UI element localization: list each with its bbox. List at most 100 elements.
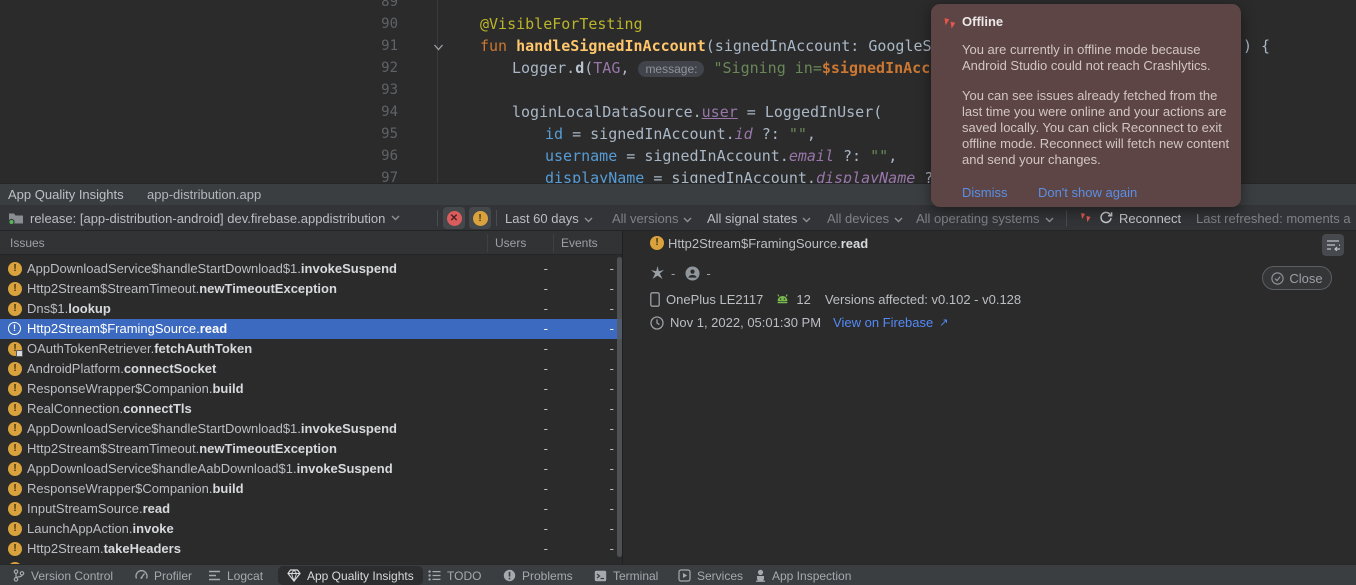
warning-icon: !: [8, 542, 22, 556]
filter-dropdown-all-devices[interactable]: All devices: [827, 205, 903, 231]
line-number: 89: [340, 0, 398, 13]
issue-row[interactable]: !LaunchAppAction.invoke--: [0, 519, 623, 539]
issue-events-count: -: [574, 421, 614, 436]
reconnect-label: Reconnect: [1119, 211, 1181, 226]
statusbar-item-label: Terminal: [613, 569, 658, 583]
fatal-filter-toggle[interactable]: ✕: [443, 207, 465, 229]
statusbar-logcat-icon: [208, 570, 221, 581]
dismiss-link[interactable]: Dismiss: [962, 185, 1008, 200]
issue-row[interactable]: !Http2Stream$StreamTimeout.newTimeoutExc…: [0, 279, 623, 299]
dont-show-again-link[interactable]: Don't show again: [1038, 185, 1137, 200]
code-token-plain: Logger.: [512, 59, 575, 77]
code-token-annotation: @VisibleForTesting: [480, 15, 643, 33]
code-token-string: "": [789, 125, 807, 143]
statusbar-item-terminal[interactable]: Terminal: [585, 566, 667, 585]
issue-detail-title: Http2Stream$FramingSource.read: [668, 236, 868, 251]
issue-row[interactable]: !Dns$1.lookup--: [0, 299, 623, 319]
statusbar-gem-icon: [287, 569, 301, 582]
code-fold-icon[interactable]: [433, 35, 444, 57]
issue-events-count: -: [574, 401, 614, 416]
soft-wrap-toggle-button[interactable]: [1322, 234, 1344, 256]
filter-dropdown-all-versions[interactable]: All versions: [612, 205, 692, 231]
issue-users-count: -: [508, 461, 548, 476]
issue-users-count: -: [508, 441, 548, 456]
issue-row[interactable]: !OAuthTokenRetriever.fetchAuthToken--: [0, 339, 623, 359]
issue-users-count: -: [508, 501, 548, 516]
release-selector[interactable]: release: [app-distribution-android] dev.…: [8, 205, 400, 231]
issue-users-count: -: [508, 541, 548, 556]
warning-icon: !: [8, 382, 22, 396]
issue-events-count: -: [574, 501, 614, 516]
crashlytics-icon: [1078, 211, 1093, 226]
statusbar-item-services[interactable]: Services: [669, 566, 752, 585]
warning-icon: !: [8, 442, 22, 456]
tool-window-bar: Version Control Profiler Logcat App Quality…: [0, 564, 1356, 585]
tool-window-title: App Quality Insights: [8, 187, 124, 202]
filter-label: All signal states: [707, 211, 797, 226]
issues-scrollbar[interactable]: [617, 257, 622, 557]
statusbar-item-app-inspection[interactable]: App Inspection: [746, 566, 860, 585]
device-info-row: OnePlus LE2117 12 Versions affected: v0.…: [650, 292, 1021, 307]
statusbar-item-todo[interactable]: TODO: [419, 566, 490, 585]
statusbar-item-app-quality-insights[interactable]: App Quality Insights: [278, 566, 423, 585]
nonfatal-filter-toggle[interactable]: !: [469, 207, 491, 229]
statusbar-item-version-control[interactable]: Version Control: [4, 566, 122, 585]
issue-users-count: -: [508, 281, 548, 296]
issue-row[interactable]: !ResponseWrapper$Companion.build--: [0, 479, 623, 499]
issue-users-count: -: [508, 341, 548, 356]
filter-dropdown-all-signal-states[interactable]: All signal states: [707, 205, 811, 231]
reconnect-button[interactable]: Reconnect: [1078, 205, 1181, 231]
code-text: @VisibleForTesting: [480, 13, 643, 35]
code-token-prop: TAG: [593, 59, 620, 77]
filter-dropdown-last-60-days[interactable]: Last 60 days: [505, 205, 593, 231]
filter-dropdown-all-operating-systems[interactable]: All operating systems: [916, 205, 1054, 231]
issue-events-count: -: [574, 261, 614, 276]
statusbar-item-label: Profiler: [154, 569, 192, 583]
issue-events-count: -: [574, 381, 614, 396]
tab-app-distribution[interactable]: app-distribution.app: [147, 187, 261, 202]
issue-events-count: -: [574, 361, 614, 376]
issues-table-header: Issues Users Events: [0, 231, 623, 255]
issue-row[interactable]: !Http2Stream.takeHeaders--: [0, 539, 623, 559]
issue-users-count: -: [508, 381, 548, 396]
statusbar-item-label: App Inspection: [772, 569, 851, 583]
issue-row[interactable]: !ResponseWrapper$Companion.build--: [0, 379, 623, 399]
issue-label: OAuthTokenRetriever.fetchAuthToken: [27, 341, 252, 356]
warning-icon: !: [650, 236, 664, 250]
line-number: 94: [340, 101, 398, 123]
issue-row[interactable]: !AndroidPlatform.connectSocket--: [0, 359, 623, 379]
issue-row[interactable]: !AppDownloadService$handleStartDownload$…: [0, 419, 623, 439]
statusbar-services-icon: [678, 569, 691, 582]
android-api-level: 12: [796, 292, 810, 307]
users-count: -: [706, 266, 710, 281]
warning-icon: !: [8, 262, 22, 276]
issue-row[interactable]: !Http2Stream$FramingSource.read--: [0, 319, 623, 339]
warning-icon: !: [8, 422, 22, 436]
chevron-down-icon: [391, 215, 400, 221]
view-on-firebase-link[interactable]: View on Firebase: [833, 315, 933, 330]
issue-row[interactable]: !RealConnection.connectTls--: [0, 399, 623, 419]
chevron-down-icon: [802, 211, 811, 226]
statusbar-item-profiler[interactable]: Profiler: [126, 566, 201, 585]
module-icon: [8, 211, 24, 225]
code-token-named: displayName: [545, 169, 644, 183]
code-token-plain: loginLocalDataSource.: [512, 103, 702, 121]
issue-row[interactable]: !InputStreamSource.read--: [0, 499, 623, 519]
column-issues: Issues: [10, 236, 45, 250]
warning-icon: !: [8, 462, 22, 476]
issue-users-count: -: [508, 401, 548, 416]
code-text: fun handleSignedInAccount(signedInAccoun…: [480, 35, 986, 57]
release-label: release: [app-distribution-android] dev.…: [30, 211, 385, 226]
statusbar-item-problems[interactable]: Problems: [494, 566, 582, 585]
warning-icon: !: [8, 402, 22, 416]
code-text: Logger.d(TAG, message: "Signing in=$sign…: [512, 57, 984, 80]
statusbar-item-label: Problems: [522, 569, 573, 583]
android-icon: [775, 293, 790, 306]
statusbar-item-logcat[interactable]: Logcat: [199, 566, 272, 585]
issue-row[interactable]: !AppDownloadService$handleAabDownload$1.…: [0, 459, 623, 479]
code-text: displayName = signedInAccount.displayNam…: [545, 167, 969, 183]
issue-row[interactable]: !Http2Stream$StreamTimeout.newTimeoutExc…: [0, 439, 623, 459]
issue-row[interactable]: !AppDownloadService$handleStartDownload$…: [0, 259, 623, 279]
code-token-plain: = signedInAccount.: [644, 169, 816, 183]
close-issue-button[interactable]: Close: [1262, 266, 1332, 290]
